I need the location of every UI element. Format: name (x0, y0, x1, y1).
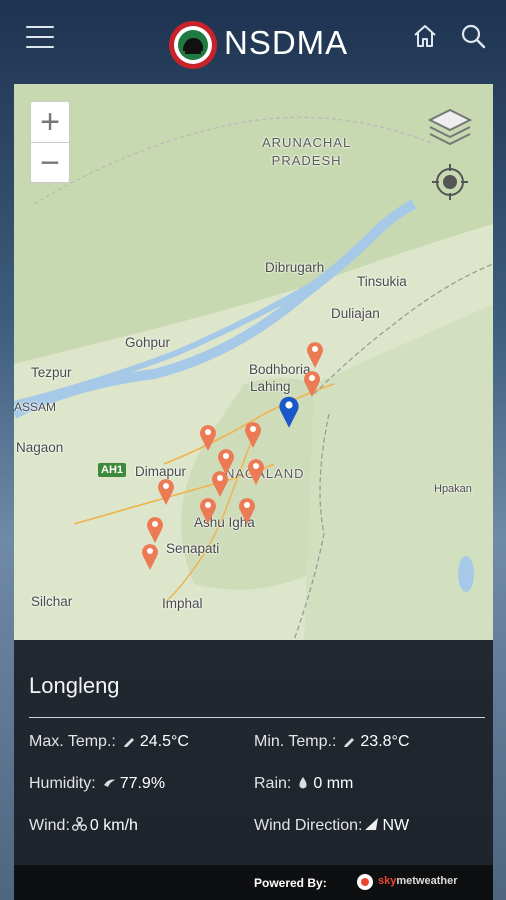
skymet-logo-icon (357, 874, 373, 890)
map-label-duliajan: Duliajan (331, 306, 380, 321)
divider (29, 717, 485, 718)
map-label-senapati: Senapati (166, 541, 220, 556)
selected-location-marker[interactable] (277, 392, 301, 430)
map-label-tezpur: Tezpur (31, 365, 72, 380)
wind-direction-row: Wind Direction: NW (254, 817, 409, 835)
zoom-control: + − (30, 101, 70, 183)
thermometer-icon (344, 738, 355, 747)
wind-row: Wind: 0 km/h (29, 817, 138, 835)
map-marker[interactable] (198, 495, 218, 525)
map-view[interactable]: ARUNACHAL PRADESH Dibrugarh Tinsukia Dul… (14, 84, 493, 640)
min-temp-row: Min. Temp.: 23.8°C (254, 733, 410, 751)
zoom-in-button[interactable]: + (31, 102, 69, 142)
map-marker[interactable] (302, 368, 322, 398)
zoom-out-button[interactable]: − (31, 142, 69, 183)
map-label-dibrugarh: Dibrugarh (265, 260, 325, 275)
map-label-nagaon: Nagaon (16, 440, 64, 455)
humidity-icon (103, 779, 115, 787)
map-marker[interactable] (243, 419, 263, 449)
humidity-value: 77.9% (119, 775, 166, 792)
app-title: NSDMA (224, 24, 349, 61)
hamburger-menu-icon[interactable] (26, 26, 56, 48)
min-temp-label: Min. Temp.: (254, 733, 337, 750)
wind-label: Wind: (29, 817, 70, 834)
humidity-label: Humidity: (29, 775, 96, 792)
map-marker[interactable] (210, 468, 230, 498)
map-marker[interactable] (198, 422, 218, 452)
map-label-gohpur: Gohpur (125, 335, 171, 350)
wind-value: 0 km/h (89, 817, 138, 834)
map-label-assam: ASSAM (14, 400, 57, 414)
my-location-icon[interactable] (430, 162, 470, 202)
min-temp-value: 23.8°C (360, 733, 410, 750)
map-label-tinsukia: Tinsukia (357, 274, 407, 289)
highway-shield: AH1 (98, 463, 127, 477)
thermometer-icon (123, 738, 134, 747)
location-name: Longleng (29, 673, 120, 698)
skymet-brand: skymetweather (378, 875, 458, 887)
weather-details-panel: Longleng Max. Temp.: 24.5°C Min. Temp.: 23… (14, 640, 493, 865)
rain-label: Rain: (254, 775, 292, 792)
search-icon[interactable] (459, 22, 487, 50)
rain-row: Rain: 0 mm (254, 775, 353, 793)
map-marker[interactable] (156, 476, 176, 506)
map-label-silchar: Silchar (31, 594, 73, 609)
map-label-arunachal: ARUNACHAL PRADESH (262, 135, 352, 168)
powered-by-label: Powered By: (254, 876, 327, 890)
layers-icon[interactable] (426, 106, 474, 150)
wind-direction-value: NW (382, 817, 410, 834)
raindrop-icon (299, 777, 307, 789)
nsdma-logo (169, 21, 217, 69)
max-temp-value: 24.5°C (139, 733, 189, 750)
map-label-hpakan: Hpakan (434, 483, 472, 495)
wind-direction-label: Wind Direction: (254, 817, 363, 834)
max-temp-label: Max. Temp.: (29, 733, 116, 750)
map-marker[interactable] (237, 495, 257, 525)
map-marker[interactable] (305, 339, 325, 369)
fan-icon (71, 817, 87, 831)
rain-value: 0 mm (313, 775, 354, 792)
wind-direction-arrow-icon (365, 818, 379, 830)
home-icon[interactable] (411, 22, 439, 50)
map-label-imphal: Imphal (162, 596, 203, 611)
map-marker[interactable] (140, 541, 160, 571)
max-temp-row: Max. Temp.: 24.5°C (29, 733, 189, 751)
powered-by-footer: Powered By: skymetweather (14, 865, 493, 900)
map-marker[interactable] (145, 514, 165, 544)
humidity-row: Humidity: 77.9% (29, 775, 165, 793)
app-header: NSDMA (0, 0, 506, 84)
map-marker[interactable] (246, 456, 266, 486)
